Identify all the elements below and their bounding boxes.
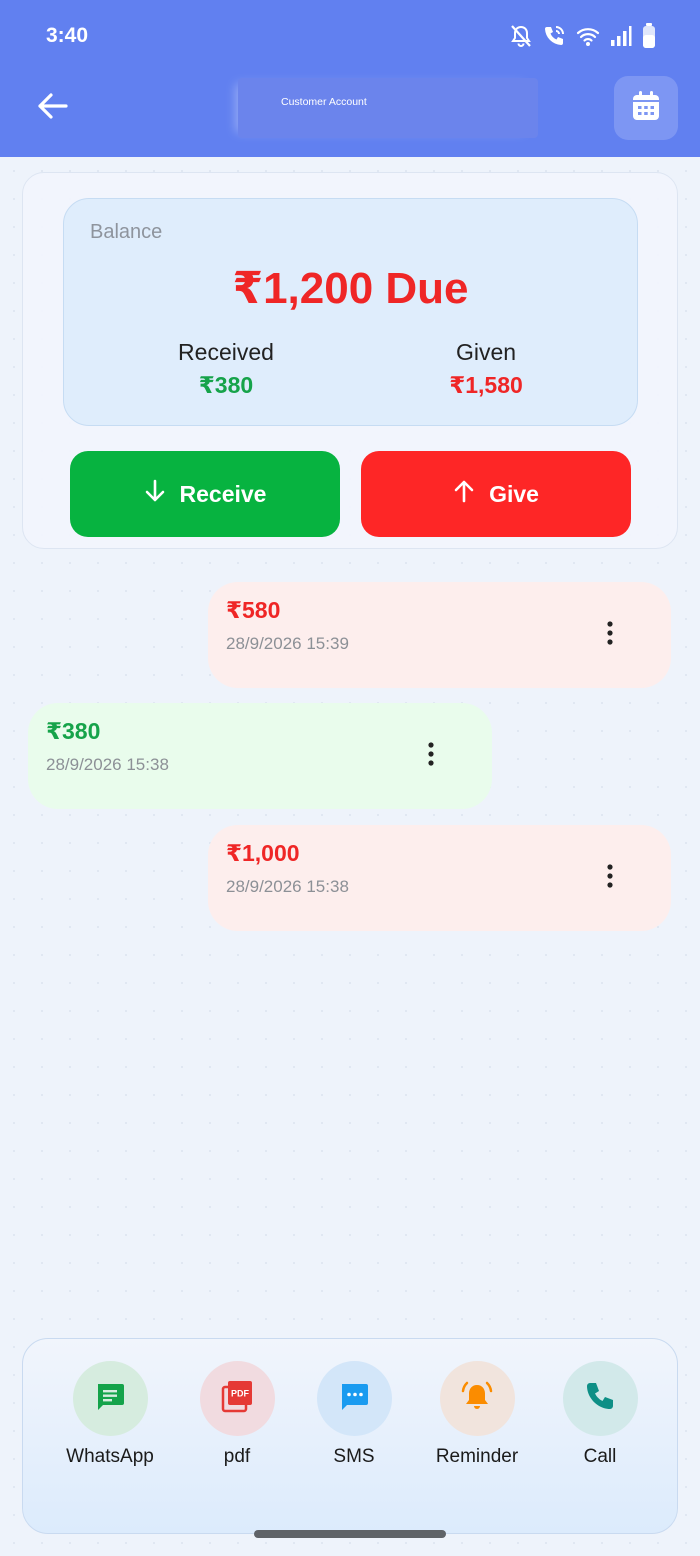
pdf-label: pdf <box>223 1446 251 1467</box>
share-bar: WhatsApp PDF pdf SMS Reminder Call <box>22 1338 678 1534</box>
transaction-amount: ₹1,000 <box>226 840 300 866</box>
arrow-up-icon <box>453 479 475 509</box>
back-button[interactable] <box>30 86 74 130</box>
sms-circle <box>316 1361 392 1436</box>
more-options-button[interactable] <box>421 741 441 771</box>
more-vert-icon <box>607 863 613 893</box>
transaction-date: 28/9/2026 15:38 <box>226 877 349 896</box>
transaction-date: 28/9/2026 15:39 <box>226 634 349 653</box>
received-label: Received <box>178 339 274 365</box>
call-circle <box>562 1361 638 1436</box>
more-options-button[interactable] <box>600 620 620 650</box>
wifi-call-icon <box>542 24 566 48</box>
transaction-date: 28/9/2026 15:38 <box>46 755 169 774</box>
receive-button[interactable]: Receive <box>70 451 340 537</box>
balance-box: Balance ₹1,200 Due Received ₹380 Given ₹… <box>63 198 638 426</box>
call-button[interactable]: Call <box>550 1361 650 1468</box>
more-vert-icon <box>428 741 434 771</box>
calendar-icon <box>632 90 660 126</box>
transaction-item[interactable]: ₹380 28/9/2026 15:38 <box>28 703 492 809</box>
sms-label: SMS <box>333 1446 375 1467</box>
given-label: Given <box>455 339 517 365</box>
give-label: Give <box>489 480 539 507</box>
whatsapp-message-icon <box>94 1380 126 1417</box>
app-header: 3:40 Customer Account <box>0 0 700 157</box>
whatsapp-label: WhatsApp <box>66 1446 154 1467</box>
received-value: ₹380 <box>198 372 254 398</box>
whatsapp-circle <box>72 1361 148 1436</box>
received-stat: Received ₹380 <box>126 339 326 399</box>
more-vert-icon <box>607 620 613 650</box>
whatsapp-button[interactable]: WhatsApp <box>60 1361 160 1468</box>
call-label: Call <box>583 1446 617 1467</box>
wifi-icon <box>576 25 600 47</box>
balance-amount: ₹1,200 Due <box>232 264 469 313</box>
pdf-icon: PDF <box>220 1379 254 1418</box>
signal-icon <box>610 25 632 47</box>
balance-label: Balance <box>90 221 163 243</box>
transaction-amount: ₹380 <box>46 718 101 744</box>
receive-label: Receive <box>179 480 267 507</box>
reminder-circle <box>439 1361 515 1436</box>
transaction-amount: ₹580 <box>226 597 281 623</box>
bell-off-icon <box>510 24 532 48</box>
sms-icon <box>338 1380 370 1417</box>
summary-card: Balance ₹1,200 Due Received ₹380 Given ₹… <box>22 172 678 549</box>
pdf-circle: PDF <box>199 1361 275 1436</box>
bell-ring-icon <box>459 1379 495 1418</box>
reminder-button[interactable]: Reminder <box>427 1361 527 1468</box>
transaction-item[interactable]: ₹580 28/9/2026 15:39 <box>208 582 671 688</box>
svg-text:PDF: PDF <box>231 1389 250 1399</box>
given-value: ₹1,580 <box>449 372 523 398</box>
phone-icon <box>584 1380 616 1417</box>
status-time: 3:40 <box>46 24 89 47</box>
status-icons <box>510 22 656 50</box>
pdf-button[interactable]: PDF pdf <box>187 1361 287 1468</box>
calendar-button[interactable] <box>614 76 678 140</box>
arrow-down-icon <box>144 479 166 509</box>
reminder-label: Reminder <box>435 1446 519 1467</box>
page-title: Customer Account <box>281 96 367 108</box>
home-indicator[interactable] <box>254 1530 446 1538</box>
transaction-item[interactable]: ₹1,000 28/9/2026 15:38 <box>208 825 671 931</box>
arrow-left-icon <box>36 92 68 125</box>
sms-button[interactable]: SMS <box>304 1361 404 1468</box>
given-stat: Given ₹1,580 <box>386 339 586 399</box>
title-box: Customer Account <box>238 78 538 138</box>
more-options-button[interactable] <box>600 863 620 893</box>
give-button[interactable]: Give <box>361 451 631 537</box>
battery-icon <box>642 23 656 49</box>
